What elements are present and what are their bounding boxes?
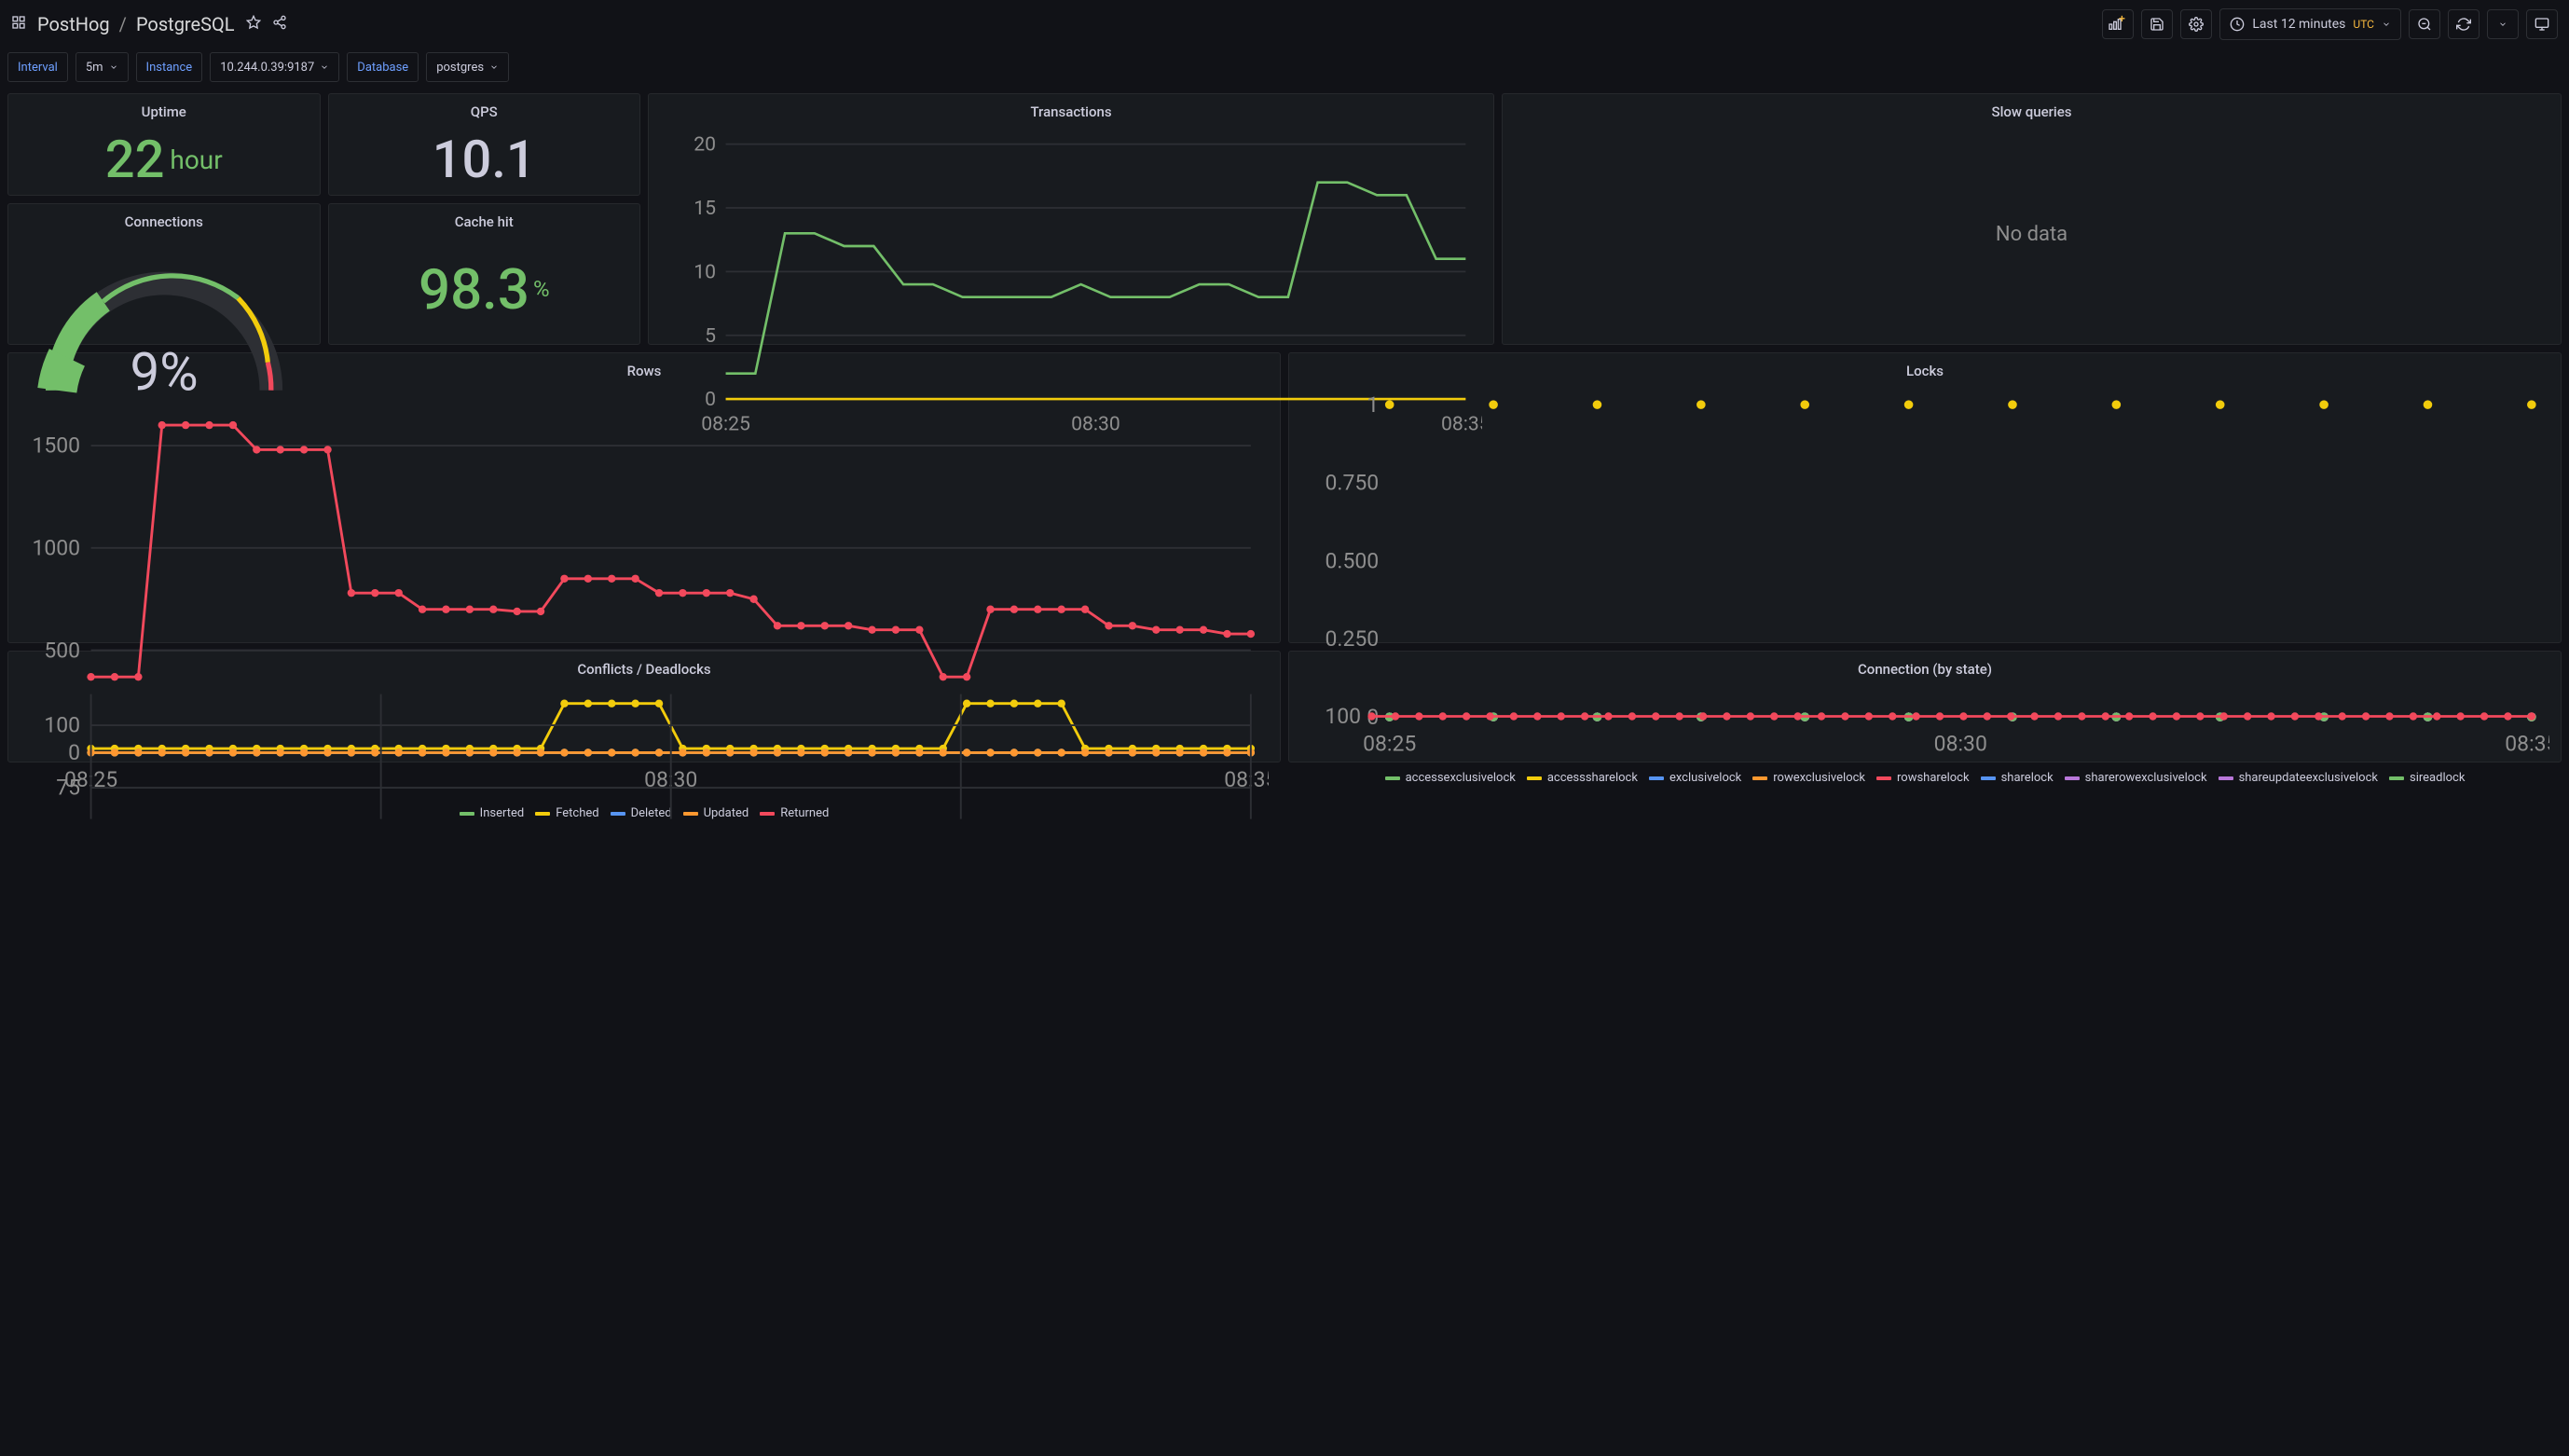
refresh-button[interactable] (2448, 9, 2480, 39)
panel-title: Cache hit (329, 204, 640, 234)
svg-text:1500: 1500 (32, 433, 80, 459)
filter-instance-label: Instance (136, 52, 203, 82)
refresh-interval-button[interactable] (2487, 9, 2519, 39)
panel-title: Connections (8, 204, 320, 234)
panel-locks[interactable]: Locks 00.2500.5000.750108:2508:3008:35 a… (1288, 352, 2562, 643)
filter-instance-value: 10.244.0.39:9187 (220, 61, 314, 75)
settings-button[interactable] (2180, 9, 2212, 39)
svg-text:15: 15 (694, 197, 716, 220)
filter-interval-value: 5m (86, 61, 103, 75)
chevron-down-icon (2382, 20, 2391, 29)
svg-text:0.500: 0.500 (1326, 548, 1380, 573)
chart-connstate: 100 (1300, 685, 2549, 828)
star-icon[interactable] (246, 15, 261, 34)
panel-transactions[interactable]: Transactions 0510152008:2508:3008:35 Com… (648, 93, 1494, 345)
panel-slow-queries[interactable]: Slow queries No data (1502, 93, 2562, 345)
chevron-down-icon (320, 62, 329, 72)
clock-icon (2230, 17, 2245, 32)
time-range-picker[interactable]: Last 12 minutes UTC (2219, 8, 2401, 40)
qps-value: 10.1 (433, 129, 536, 190)
panel-qps[interactable]: QPS 10.1 (328, 93, 641, 196)
svg-text:75: 75 (56, 776, 80, 801)
filter-interval-label: Interval (7, 52, 68, 82)
svg-text:20: 20 (694, 133, 716, 157)
panel-connections[interactable]: Connections 9% (7, 203, 321, 345)
filter-instance-dropdown[interactable]: 10.244.0.39:9187 (210, 52, 339, 82)
panel-cachehit[interactable]: Cache hit 98.3 % (328, 203, 641, 345)
add-panel-button[interactable]: + (2102, 9, 2134, 39)
panel-title: Uptime (8, 94, 320, 124)
filter-database-value: postgres (436, 61, 484, 75)
svg-text:10: 10 (694, 260, 716, 283)
panel-title: Transactions (649, 94, 1493, 124)
uptime-value: 22 (105, 129, 165, 190)
svg-text:100: 100 (1325, 704, 1361, 729)
svg-text:5: 5 (705, 324, 716, 348)
filter-database-label: Database (347, 52, 419, 82)
cachehit-value: 98.3 (419, 256, 529, 323)
chevron-down-icon (489, 62, 499, 72)
panel-rows[interactable]: Rows 05001000150008:2508:3008:35 Inserte… (7, 352, 1281, 643)
apps-icon[interactable] (11, 15, 26, 34)
panel-uptime[interactable]: Uptime 22 hour (7, 93, 321, 196)
tv-mode-button[interactable] (2526, 9, 2558, 39)
panel-title: QPS (329, 94, 640, 124)
svg-text:1000: 1000 (32, 536, 80, 561)
uptime-unit: hour (170, 144, 222, 175)
cachehit-unit: % (533, 276, 550, 302)
zoom-out-button[interactable] (2409, 9, 2440, 39)
filter-database-dropdown[interactable]: postgres (426, 52, 509, 82)
breadcrumb: PostHog / PostgreSQL (37, 13, 235, 35)
svg-text:1: 1 (1367, 392, 1379, 418)
svg-text:0.250: 0.250 (1326, 626, 1380, 652)
breadcrumb-org[interactable]: PostHog (37, 13, 110, 35)
time-zone: UTC (2353, 18, 2374, 31)
filter-interval-dropdown[interactable]: 5m (76, 52, 129, 82)
time-range-label: Last 12 minutes (2252, 17, 2345, 32)
panel-title: Slow queries (1503, 94, 2561, 124)
breadcrumb-sep: / (119, 13, 127, 35)
save-button[interactable] (2141, 9, 2173, 39)
share-icon[interactable] (272, 15, 287, 34)
breadcrumb-dash[interactable]: PostgreSQL (136, 13, 235, 35)
svg-text:0.750: 0.750 (1326, 471, 1380, 496)
svg-text:100: 100 (44, 713, 80, 738)
no-data-text: No data (1996, 223, 2068, 246)
svg-text:500: 500 (44, 638, 80, 663)
chart-conflicts: 75 100 (20, 685, 1269, 828)
chevron-down-icon (109, 62, 118, 72)
